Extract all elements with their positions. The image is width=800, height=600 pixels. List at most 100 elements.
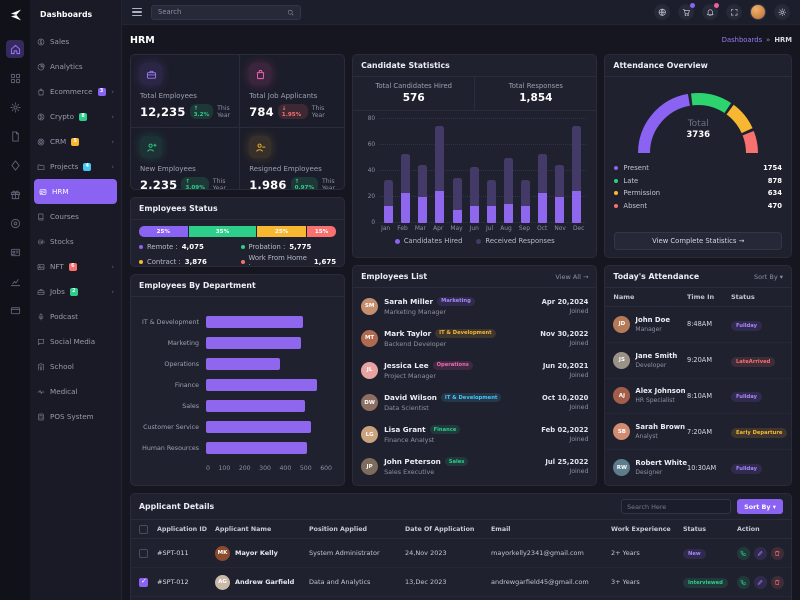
total-responses: Total Responses1,854 <box>474 77 596 110</box>
avatar: MT <box>361 330 378 347</box>
rail-wallet-icon[interactable] <box>6 301 24 319</box>
rail-diamond-icon[interactable] <box>6 156 24 174</box>
cart-button[interactable] <box>678 4 694 20</box>
rail-settings-gear-icon[interactable] <box>6 98 24 116</box>
sidebar-item-crm[interactable]: CRM5› <box>30 129 121 154</box>
view-complete-statistics-button[interactable]: View Complete Statistics → <box>614 232 782 250</box>
badge: 3 <box>98 88 106 96</box>
bell-icon <box>706 8 715 17</box>
rail-chart-line-icon[interactable] <box>6 272 24 290</box>
sidebar-item-courses[interactable]: Courses <box>30 204 121 229</box>
employee-stats-card: Total Employees 12,235↑ 3.2%This Year To… <box>130 54 345 190</box>
sidebar-item-jobs[interactable]: Jobs2› <box>30 279 121 304</box>
call-button[interactable] <box>737 576 750 589</box>
bar-human-resources <box>206 442 307 454</box>
employee-row: JP John PetersonSalesSales Executive Jul… <box>361 457 588 476</box>
rail-gift-icon[interactable] <box>6 185 24 203</box>
delete-button[interactable] <box>771 576 784 589</box>
avatar: DW <box>361 394 378 411</box>
status-segment-probation: 35% <box>189 226 257 237</box>
delta-badge: ↑ 3.2% <box>190 104 214 119</box>
chevron-right-icon: › <box>111 113 114 121</box>
main-content: HRM Dashboards » HRM Total Employees 12,… <box>122 25 800 600</box>
legend-dot <box>395 239 400 244</box>
status-badge: Interviewed <box>683 578 728 588</box>
view-all-link[interactable]: View All → <box>555 273 588 281</box>
sidebar-item-medical[interactable]: Medical <box>30 379 121 404</box>
avatar: RW <box>613 459 630 476</box>
sidebar-item-projects[interactable]: Projects4› <box>30 154 121 179</box>
sidebar-item-crypto[interactable]: Crypto8› <box>30 104 121 129</box>
sidebar-item-analytics[interactable]: Analytics <box>30 54 121 79</box>
chevron-right-icon: › <box>111 288 114 296</box>
bar-finance <box>206 379 317 391</box>
folder-icon <box>37 163 45 171</box>
status-badge: Fullday <box>731 321 762 331</box>
global-search[interactable] <box>151 5 301 20</box>
delta-badge: ↑ 0.97% <box>291 177 318 190</box>
rail-home-icon[interactable] <box>6 40 24 58</box>
badge: 8 <box>79 113 87 121</box>
sort-by-dropdown[interactable]: Sort By ▾ <box>754 273 783 281</box>
rail-id-card-icon[interactable] <box>6 243 24 261</box>
sidebar-item-nft[interactable]: NFT6› <box>30 254 121 279</box>
candlestick-icon <box>37 238 45 246</box>
notifications-button[interactable] <box>702 4 718 20</box>
legend-dot <box>139 245 143 249</box>
chevron-right-icon: › <box>111 88 114 96</box>
sidebar-item-sales[interactable]: Sales <box>30 29 121 54</box>
employee-row: LG Lisa GrantFinanceFinance Analyst Feb … <box>361 425 588 444</box>
avatar: AJ <box>613 387 630 404</box>
globe-icon <box>658 8 667 17</box>
sidebar-item-hrm[interactable]: HRM <box>34 179 117 204</box>
rail-disc-icon[interactable] <box>6 214 24 232</box>
status-segment-contract: 25% <box>257 226 306 237</box>
user-avatar[interactable] <box>750 4 766 20</box>
shopping-bag-icon <box>249 63 271 85</box>
breadcrumb-dashboards[interactable]: Dashboards <box>722 36 762 44</box>
applicant-sort-by-button[interactable]: Sort By ▾ <box>737 499 783 514</box>
chevron-right-icon: › <box>111 163 114 171</box>
sidebar-item-stocks[interactable]: Stocks <box>30 229 121 254</box>
avatar: JS <box>613 352 630 369</box>
badge: 5 <box>71 138 79 146</box>
avatar: JD <box>613 316 630 333</box>
cart-badge <box>690 3 695 8</box>
candidate-chart-months: JanFebMarAprMayJunJulAugSepOctNovDec <box>381 226 584 232</box>
edit-button[interactable] <box>754 576 767 589</box>
applicant-search[interactable] <box>621 499 731 514</box>
stat-new-employees: New Employees 2,235↑ 3.09%This Year <box>131 128 239 190</box>
call-button[interactable] <box>737 547 750 560</box>
rail-file-icon[interactable] <box>6 127 24 145</box>
row-checkbox[interactable] <box>139 549 148 558</box>
menu-toggle-icon[interactable] <box>132 8 142 16</box>
fullscreen-button[interactable] <box>726 4 742 20</box>
stat-resigned-employees: Resigned Employees 1,986↑ 0.97%This Year <box>240 128 344 190</box>
sidebar-item-podcast[interactable]: Podcast <box>30 304 121 329</box>
settings-button[interactable] <box>774 4 790 20</box>
expand-icon <box>730 8 739 17</box>
dept-xaxis: 0100200300400500600 <box>206 463 332 472</box>
sidebar-item-pos-system[interactable]: POS System <box>30 404 121 429</box>
sidebar-item-ecommerce[interactable]: Ecommerce3› <box>30 79 121 104</box>
briefcase-icon <box>140 63 162 85</box>
status-segment-wfh: 15% <box>307 226 336 237</box>
attendance-gauge: Total 3736 <box>614 81 782 159</box>
dept-badge: IT & Development <box>435 329 495 338</box>
row-checkbox[interactable] <box>139 578 148 587</box>
delta-badge: ↓ 1.95% <box>278 104 308 119</box>
select-all-checkbox[interactable] <box>139 525 148 534</box>
rail-apps-grid-icon[interactable] <box>6 69 24 87</box>
language-globe-button[interactable] <box>654 4 670 20</box>
edit-button[interactable] <box>754 547 767 560</box>
search-input[interactable] <box>158 8 283 16</box>
delete-button[interactable] <box>771 547 784 560</box>
app-logo-icon <box>7 7 23 23</box>
sidebar-item-school[interactable]: School <box>30 354 121 379</box>
briefcase-icon <box>37 288 45 296</box>
sidebar-title: Dashboards <box>30 7 121 29</box>
notification-badge <box>714 3 719 8</box>
applicant-search-input[interactable] <box>627 503 725 511</box>
icon-rail <box>0 0 30 600</box>
sidebar-item-social-media[interactable]: Social Media <box>30 329 121 354</box>
